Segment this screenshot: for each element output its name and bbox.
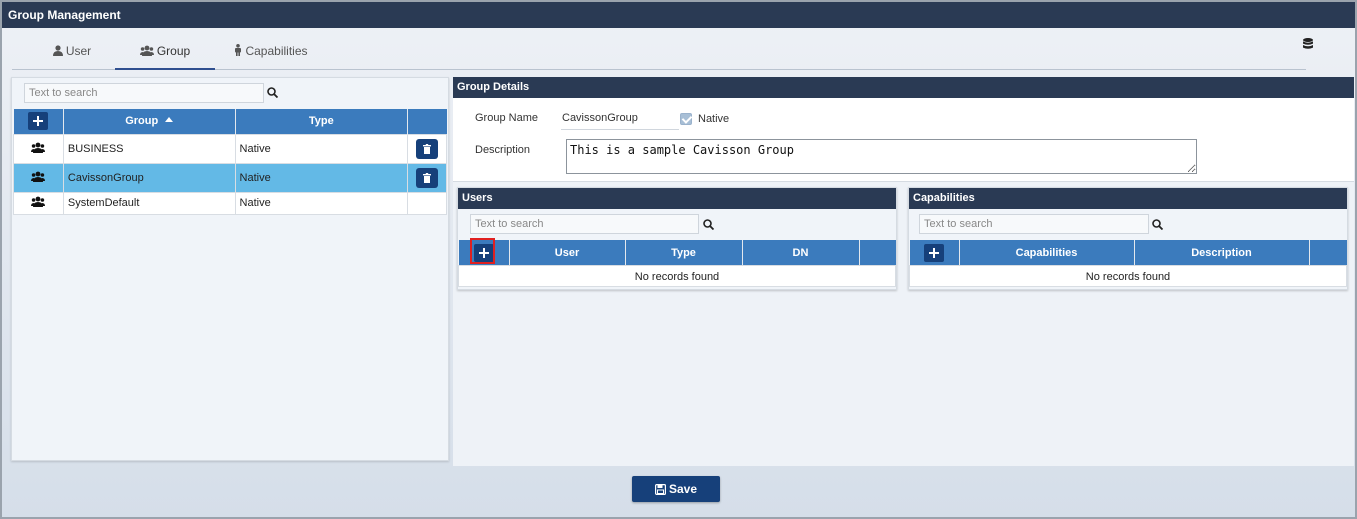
trash-icon [423, 143, 431, 154]
native-checkbox[interactable] [680, 113, 692, 125]
tab-group-label: Group [156, 44, 191, 58]
add-capability-button[interactable] [924, 243, 945, 262]
group-type-cell: Native [234, 191, 409, 215]
tab-capabilities[interactable]: Capabilities [222, 32, 320, 70]
floppy-disk-icon [654, 484, 666, 496]
trash-icon [423, 172, 431, 183]
table-header-row: Group Type [13, 109, 447, 134]
row-action-cell [407, 133, 447, 164]
column-header-description[interactable]: Description [1134, 240, 1310, 265]
group-name-cell: SystemDefault [62, 191, 236, 215]
capabilities-empty-message: No records found [909, 265, 1347, 287]
person-icon [235, 44, 242, 56]
users-icon [139, 45, 154, 56]
row-action-cell [407, 191, 447, 215]
group-table: Group Type BUSINESS Native CavissonGroup… [13, 109, 447, 215]
search-icon[interactable] [703, 219, 714, 230]
users-table: User Type DN [459, 240, 896, 265]
app-window: Group Management User Group Capabilities… [0, 0, 1357, 519]
users-search-input[interactable] [470, 214, 699, 234]
search-icon[interactable] [1152, 219, 1163, 230]
capabilities-panel: Capabilities Capabilities Description No… [908, 187, 1348, 290]
delete-group-button[interactable] [416, 138, 438, 159]
tab-user-label: User [65, 44, 92, 58]
users-panel-title: Users [458, 188, 896, 209]
column-header-type[interactable]: Type [235, 109, 409, 134]
window-title: Group Management [2, 2, 1355, 28]
users-icon [31, 171, 46, 182]
users-icon [31, 196, 46, 207]
group-type-cell: Native [234, 162, 409, 193]
table-row[interactable]: SystemDefault Native [13, 191, 447, 215]
delete-group-button[interactable] [416, 167, 438, 188]
group-name-cell: CavissonGroup [62, 162, 236, 193]
group-search-input[interactable] [24, 83, 264, 103]
save-button-label: Save [668, 482, 698, 496]
capabilities-panel-title: Capabilities [909, 188, 1347, 209]
column-header-group-label: Group [125, 115, 159, 128]
description-label: Description [475, 144, 531, 156]
row-icon-cell [13, 133, 64, 164]
column-header-type[interactable]: Type [625, 240, 743, 265]
users-panel: Users User Type DN No records found [457, 187, 897, 290]
group-name-value: CavissonGroup [562, 112, 638, 124]
capabilities-search-input[interactable] [919, 214, 1149, 234]
column-header-capabilities[interactable]: Capabilities [959, 240, 1135, 265]
action-column-header [407, 109, 447, 134]
column-header-user[interactable]: User [509, 240, 626, 265]
user-icon [52, 45, 63, 56]
row-action-cell [407, 162, 447, 193]
tab-capabilities-label: Capabilities [245, 44, 308, 58]
table-header-row: Capabilities Description [910, 240, 1347, 265]
group-name-label: Group Name [475, 112, 538, 124]
action-column-header [1309, 240, 1347, 265]
capabilities-table: Capabilities Description [910, 240, 1347, 265]
sort-ascending-icon [165, 117, 174, 123]
add-group-button[interactable] [28, 112, 49, 131]
tab-bar: User Group Capabilities [12, 32, 1306, 70]
save-button[interactable]: Save [632, 476, 720, 502]
add-user-highlight [470, 238, 495, 264]
group-name-cell: BUSINESS [62, 133, 236, 164]
users-icon [31, 142, 46, 153]
add-column-header [910, 240, 960, 265]
group-details-title: Group Details [453, 77, 1354, 98]
column-header-group[interactable]: Group [63, 109, 236, 134]
group-type-cell: Native [234, 133, 409, 164]
group-name-underline [561, 129, 679, 130]
database-icon[interactable] [1303, 38, 1313, 53]
table-row[interactable]: BUSINESS Native [13, 133, 447, 164]
tab-user[interactable]: User [32, 32, 112, 70]
row-icon-cell [13, 162, 64, 193]
group-list-panel: Group Type BUSINESS Native [11, 77, 449, 461]
native-label: Native [698, 113, 730, 125]
column-header-dn[interactable]: DN [742, 240, 860, 265]
row-icon-cell [13, 191, 64, 215]
users-empty-message: No records found [458, 265, 896, 287]
table-row[interactable]: CavissonGroup Native [13, 162, 447, 193]
description-field[interactable]: This is a sample Cavisson Group [566, 139, 1197, 174]
action-column-header [859, 240, 896, 265]
search-icon[interactable] [267, 87, 278, 98]
table-header-row: User Type DN [459, 240, 896, 265]
add-column-header [13, 109, 64, 134]
tab-group[interactable]: Group [115, 32, 215, 70]
group-details-area: Group Details Group Name CavissonGroup N… [453, 77, 1354, 466]
